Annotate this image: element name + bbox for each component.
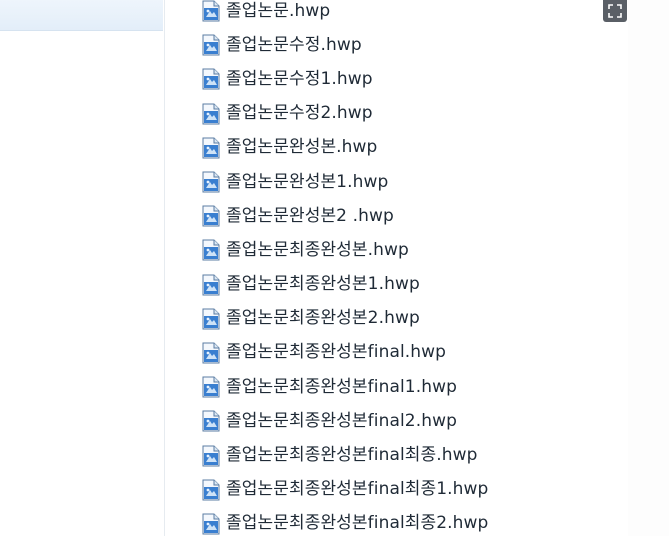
hwp-document-icon	[201, 103, 221, 125]
file-name: 졸업논문최종완성본final1.hwp	[226, 376, 457, 397]
file-row-9[interactable]: 졸업논문최종완성본1.hwp	[195, 268, 625, 302]
hwp-document-icon	[201, 479, 221, 501]
file-name: 졸업논문완성본2 .hwp	[226, 205, 394, 226]
file-row-8[interactable]: 졸업논문최종완성본.hwp	[195, 233, 625, 267]
file-row-4[interactable]: 졸업논문수정2.hwp	[195, 97, 625, 131]
file-name: 졸업논문완성본.hwp	[226, 137, 378, 158]
hwp-document-icon	[201, 376, 221, 398]
file-row-1[interactable]: 졸업논문.hwp	[195, 0, 625, 28]
file-row-5[interactable]: 졸업논문완성본.hwp	[195, 131, 625, 165]
file-row-14[interactable]: 졸업논문최종완성본final최종.hwp	[195, 438, 625, 472]
navigation-pane	[0, 0, 165, 536]
fullscreen-button[interactable]	[603, 0, 627, 22]
file-name: 졸업논문최종완성본.hwp	[226, 239, 409, 260]
file-name: 졸업논문최종완성본1.hwp	[226, 274, 420, 295]
file-name: 졸업논문수정1.hwp	[226, 68, 373, 89]
file-row-15[interactable]: 졸업논문최종완성본final최종1.hwp	[195, 473, 625, 507]
file-name: 졸업논문.hwp	[226, 0, 331, 21]
file-name: 졸업논문최종완성본final최종1.hwp	[226, 479, 489, 500]
hwp-document-icon	[201, 342, 221, 364]
file-name: 졸업논문최종완성본final2.hwp	[226, 410, 457, 431]
hwp-document-icon	[201, 308, 221, 330]
hwp-document-icon	[201, 137, 221, 159]
file-row-3[interactable]: 졸업논문수정1.hwp	[195, 62, 625, 96]
file-row-10[interactable]: 졸업논문최종완성본2.hwp	[195, 302, 625, 336]
nav-selected-item[interactable]	[0, 0, 163, 31]
file-row-2[interactable]: 졸업논문수정.hwp	[195, 28, 625, 62]
fullscreen-icon	[608, 4, 622, 18]
hwp-document-icon	[201, 239, 221, 261]
hwp-document-icon	[201, 410, 221, 432]
file-name: 졸업논문수정.hwp	[226, 34, 362, 55]
file-name: 졸업논문최종완성본final.hwp	[226, 342, 447, 363]
hwp-document-icon	[201, 205, 221, 227]
file-name: 졸업논문완성본1.hwp	[226, 171, 389, 192]
file-name: 졸업논문최종완성본2.hwp	[226, 308, 420, 329]
file-row-13[interactable]: 졸업논문최종완성본final2.hwp	[195, 404, 625, 438]
hwp-document-icon	[201, 274, 221, 296]
file-row-12[interactable]: 졸업논문최종완성본final1.hwp	[195, 370, 625, 404]
hwp-document-icon	[201, 171, 221, 193]
window-edge	[628, 0, 669, 536]
file-name: 졸업논문수정2.hwp	[226, 103, 373, 124]
hwp-document-icon	[201, 0, 221, 22]
file-row-11[interactable]: 졸업논문최종완성본final.hwp	[195, 336, 625, 370]
hwp-document-icon	[201, 68, 221, 90]
file-row-7[interactable]: 졸업논문완성본2 .hwp	[195, 199, 625, 233]
file-name: 졸업논문최종완성본final최종.hwp	[226, 445, 478, 466]
file-name: 졸업논문최종완성본final최종2.hwp	[226, 513, 489, 534]
file-row-6[interactable]: 졸업논문완성본1.hwp	[195, 165, 625, 199]
file-list: 졸업논문.hwp 졸업논문수정.hwp 졸업논문수정1.hwp 졸업논문수정2.…	[195, 0, 625, 536]
hwp-document-icon	[201, 513, 221, 535]
hwp-document-icon	[201, 34, 221, 56]
hwp-document-icon	[201, 445, 221, 467]
